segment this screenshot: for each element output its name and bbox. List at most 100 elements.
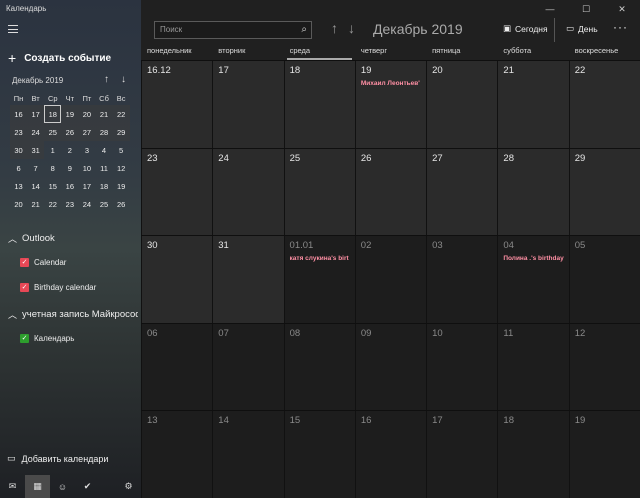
month-title[interactable]: Декабрь 2019	[373, 21, 463, 37]
mini-day[interactable]: 18	[44, 105, 62, 123]
mini-day[interactable]: 18	[95, 177, 112, 195]
mini-day[interactable]: 19	[61, 105, 79, 123]
day-cell[interactable]: 06	[141, 323, 213, 411]
close-icon[interactable]: ✕	[604, 0, 640, 18]
mini-day[interactable]: 9	[61, 159, 78, 177]
calendar-item-calendar[interactable]: ✓ Calendar	[20, 258, 66, 267]
mini-day[interactable]: 14	[27, 177, 44, 195]
mini-day[interactable]: 25	[44, 123, 62, 141]
mini-day[interactable]: 21	[95, 105, 113, 123]
mail-icon[interactable]: ✉	[0, 475, 25, 498]
day-cell[interactable]: 28	[497, 148, 569, 236]
mini-day[interactable]: 26	[61, 123, 79, 141]
day-cell[interactable]: 02	[354, 236, 427, 323]
day-cell[interactable]: 19 Михаил Леонтьев'	[354, 61, 427, 148]
calendar-item-birthday[interactable]: ✓ Birthday calendar	[20, 283, 96, 292]
arrow-down-icon[interactable]: ↓	[121, 74, 126, 85]
group-microsoft[interactable]: ︿ учетная запись Майкрософт	[8, 308, 138, 321]
day-cell[interactable]: 18	[497, 411, 569, 498]
mini-calendar-title[interactable]: Декабрь 2019	[12, 76, 63, 85]
mini-day[interactable]: 23	[10, 123, 28, 141]
mini-day[interactable]: 15	[44, 177, 61, 195]
mini-day[interactable]: 5	[113, 141, 130, 159]
today-button[interactable]: ▣ Сегодня	[503, 23, 548, 34]
day-cell[interactable]: 10	[426, 323, 498, 411]
mini-day[interactable]: 13	[10, 177, 27, 195]
hamburger-menu-icon[interactable]	[8, 25, 18, 33]
mini-day[interactable]: 28	[95, 123, 113, 141]
search-box[interactable]: Поиск ⌕	[154, 21, 312, 39]
minimize-icon[interactable]: —	[532, 0, 568, 18]
mini-day[interactable]: 30	[10, 141, 28, 159]
mini-day[interactable]: 10	[78, 159, 95, 177]
day-cell[interactable]: 17	[212, 61, 284, 148]
day-cell[interactable]: 31	[212, 236, 284, 323]
arrow-down-icon[interactable]: ↓	[348, 20, 355, 36]
mini-day[interactable]: 20	[10, 195, 27, 213]
mini-day[interactable]: 16	[10, 105, 28, 123]
mini-day[interactable]: 20	[78, 105, 96, 123]
day-cell[interactable]: 16.12	[141, 61, 213, 148]
search-icon[interactable]: ⌕	[301, 24, 307, 35]
mini-day[interactable]: 7	[27, 159, 44, 177]
mini-day[interactable]: 17	[78, 177, 95, 195]
day-cell[interactable]: 15	[283, 411, 355, 498]
new-event-button[interactable]: + Создать событие	[8, 50, 111, 66]
day-cell[interactable]: 26	[354, 148, 427, 236]
mini-day[interactable]: 19	[113, 177, 130, 195]
mini-day[interactable]: 23	[61, 195, 78, 213]
day-cell[interactable]: 30	[141, 236, 213, 323]
mini-day[interactable]: 22	[112, 105, 130, 123]
day-cell[interactable]: 13	[141, 411, 213, 498]
day-cell[interactable]: 05	[568, 236, 640, 323]
mini-day[interactable]: 16	[61, 177, 78, 195]
calendar-event[interactable]: Михаил Леонтьев'	[361, 80, 421, 87]
checkbox-checked-icon[interactable]: ✓	[20, 334, 29, 343]
day-cell[interactable]: 11	[497, 323, 569, 411]
day-cell[interactable]: 16	[354, 411, 427, 498]
mini-day[interactable]: 24	[27, 123, 45, 141]
todo-icon[interactable]: ✔	[75, 475, 100, 498]
calendar-event[interactable]: катя слукина's birt	[290, 255, 350, 262]
day-cell[interactable]: 20	[426, 61, 498, 148]
day-cell[interactable]: 27	[426, 148, 498, 236]
maximize-icon[interactable]: ☐	[568, 0, 604, 18]
group-outlook[interactable]: ︿ Outlook	[8, 232, 55, 245]
day-cell[interactable]: 03	[426, 236, 498, 323]
more-options-icon[interactable]: ···	[613, 20, 628, 34]
day-cell[interactable]: 25	[283, 148, 355, 236]
calendar-icon[interactable]: ▦	[25, 475, 50, 498]
day-cell[interactable]: 21	[497, 61, 569, 148]
calendar-event[interactable]: Полина .'s birthday	[503, 255, 563, 262]
day-cell[interactable]: 17	[426, 411, 498, 498]
mini-day[interactable]: 3	[78, 141, 95, 159]
add-calendars-button[interactable]: ▭ Добавить календари	[7, 453, 108, 464]
day-cell[interactable]: 23	[141, 148, 213, 236]
day-cell[interactable]: 07	[212, 323, 284, 411]
day-cell[interactable]: 14	[212, 411, 284, 498]
arrow-up-icon[interactable]: ↑	[104, 74, 109, 85]
mini-day[interactable]: 2	[61, 141, 78, 159]
mini-day[interactable]: 6	[10, 159, 27, 177]
day-cell[interactable]: 19	[568, 411, 640, 498]
mini-day[interactable]: 11	[95, 159, 112, 177]
day-cell[interactable]: 24	[212, 148, 284, 236]
mini-day[interactable]: 22	[44, 195, 61, 213]
people-icon[interactable]: ☺	[50, 475, 75, 498]
mini-day[interactable]: 8	[44, 159, 61, 177]
day-cell[interactable]: 18	[283, 61, 355, 148]
checkbox-checked-icon[interactable]: ✓	[20, 283, 29, 292]
day-cell[interactable]: 09	[354, 323, 427, 411]
day-cell[interactable]: 01.01 катя слукина's birt	[283, 236, 355, 323]
arrow-up-icon[interactable]: ↑	[331, 20, 338, 36]
day-view-button[interactable]: ▭ День	[566, 23, 598, 34]
mini-day[interactable]: 17	[27, 105, 45, 123]
day-cell[interactable]: 29	[568, 148, 640, 236]
day-cell[interactable]: 22	[568, 61, 640, 148]
mini-day[interactable]: 29	[112, 123, 130, 141]
calendar-item-ms-calendar[interactable]: ✓ Календарь	[20, 334, 74, 343]
day-cell[interactable]: 08	[283, 323, 355, 411]
search-input[interactable]: Поиск	[160, 25, 182, 34]
day-cell[interactable]: 12	[568, 323, 640, 411]
mini-day[interactable]: 24	[78, 195, 95, 213]
